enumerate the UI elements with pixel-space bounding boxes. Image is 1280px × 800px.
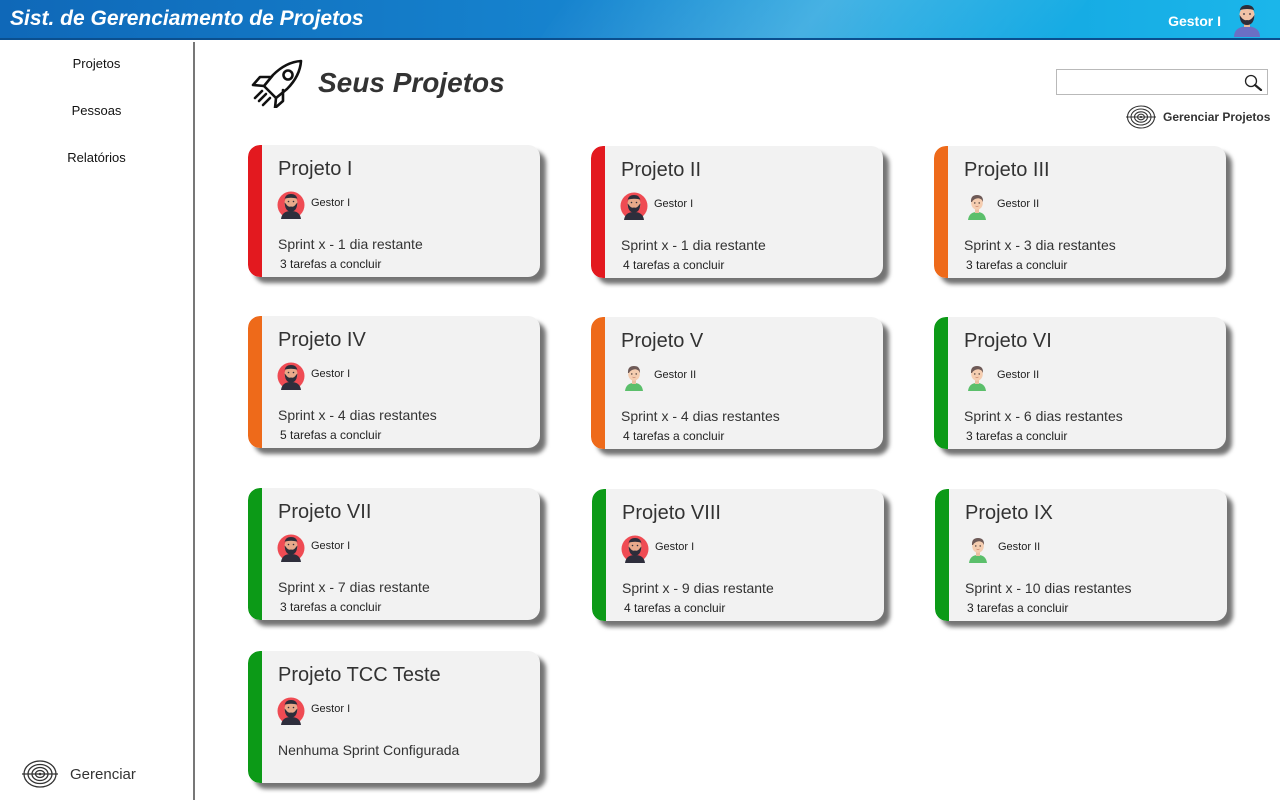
manager-avatar-bearded-icon: [277, 534, 305, 562]
page-heading: Seus Projetos: [250, 58, 505, 108]
sidebar-manage-button[interactable]: Gerenciar: [22, 758, 136, 790]
app-title: Sist. de Gerenciamento de Projetos: [10, 7, 364, 30]
manage-projects-button[interactable]: Gerenciar Projetos: [1126, 104, 1270, 130]
status-bar: [592, 489, 606, 621]
status-bar: [934, 146, 948, 278]
project-card[interactable]: Projeto IV Gestor I Sprint x - 4 dias res…: [248, 316, 540, 448]
tasks-count: 3 tarefas a concluir: [280, 257, 382, 271]
project-title: Projeto III: [964, 159, 1050, 181]
project-title: Projeto VIII: [622, 502, 721, 524]
page-title: Seus Projetos: [318, 67, 505, 98]
sidebar-manage-label: Gerenciar: [70, 765, 136, 783]
tasks-count: 3 tarefas a concluir: [967, 601, 1069, 615]
manager-avatar-young-icon: [964, 535, 992, 563]
project-title: Projeto V: [621, 330, 704, 352]
user-avatar-icon[interactable]: [1230, 3, 1264, 37]
manager-avatar-bearded-icon: [277, 697, 305, 725]
project-card[interactable]: Projeto VIII Gestor I Sprint x - 9 dias r…: [592, 489, 884, 621]
project-title: Projeto IX: [965, 502, 1053, 524]
status-bar: [591, 317, 605, 449]
project-manager: Gestor I: [311, 197, 351, 209]
manage-projects-label: Gerenciar Projetos: [1163, 110, 1271, 124]
project-title: Projeto TCC Teste: [278, 664, 441, 686]
manager-avatar-bearded-icon: [277, 191, 305, 219]
project-card[interactable]: Projeto TCC Teste Gestor I Nenhuma Sprint…: [248, 651, 540, 783]
project-manager: Gestor I: [311, 540, 351, 552]
sprint-status: Sprint x - 9 dias restante: [622, 580, 774, 596]
project-manager: Gestor II: [998, 541, 1041, 553]
status-bar: [248, 316, 262, 448]
app-header: Sist. de Gerenciamento de Projetos Gesto…: [0, 0, 1280, 40]
user-name[interactable]: Gestor I: [1168, 13, 1221, 29]
sprint-status: Sprint x - 4 dias restantes: [278, 407, 437, 423]
search-input[interactable]: [1061, 71, 1245, 95]
sprint-status: Nenhuma Sprint Configurada: [278, 742, 460, 758]
project-title: Projeto VI: [964, 330, 1052, 352]
manager-avatar-bearded-icon: [621, 535, 649, 563]
project-manager: Gestor II: [997, 369, 1040, 381]
tasks-count: 3 tarefas a concluir: [966, 258, 1068, 272]
sidebar-item-pessoas[interactable]: Pessoas: [0, 103, 193, 118]
sprint-status: Sprint x - 3 dia restantes: [964, 237, 1116, 253]
project-title: Projeto II: [621, 159, 702, 181]
project-title: Projeto I: [278, 158, 353, 180]
sprint-status: Sprint x - 4 dias restantes: [621, 408, 780, 424]
target-icon: [22, 760, 58, 788]
target-icon: [1126, 105, 1156, 129]
project-card[interactable]: Projeto V Gestor II Sprint x - 4 dias res…: [591, 317, 883, 449]
status-bar: [248, 651, 262, 783]
project-card[interactable]: Projeto I Gestor I Sprint x - 1 dia resta…: [248, 145, 540, 277]
rocket-icon: [251, 59, 303, 108]
sprint-status: Sprint x - 6 dias restantes: [964, 408, 1123, 424]
tasks-count: 3 tarefas a concluir: [280, 600, 382, 614]
project-card[interactable]: Projeto IX Gestor II Sprint x - 10 dias r…: [935, 489, 1227, 621]
manager-avatar-young-icon: [963, 363, 991, 391]
manager-avatar-young-icon: [620, 363, 648, 391]
project-card[interactable]: Projeto VII Gestor I Sprint x - 7 dias re…: [248, 488, 540, 620]
status-bar: [248, 145, 262, 277]
tasks-count: 3 tarefas a concluir: [966, 429, 1068, 443]
project-manager: Gestor I: [655, 541, 695, 553]
tasks-count: 5 tarefas a concluir: [280, 428, 382, 442]
tasks-count: 4 tarefas a concluir: [623, 258, 725, 272]
project-manager: Gestor II: [997, 198, 1040, 210]
manager-avatar-bearded-icon: [620, 192, 648, 220]
project-card[interactable]: Projeto II Gestor I Sprint x - 1 dia rest…: [591, 146, 883, 278]
project-card[interactable]: Projeto III Gestor II Sprint x - 3 dia re…: [934, 146, 1226, 278]
sprint-status: Sprint x - 1 dia restante: [278, 236, 423, 252]
sidebar: Projetos Pessoas Relatórios Gerenciar: [0, 42, 195, 800]
manager-avatar-young-icon: [963, 192, 991, 220]
sprint-status: Sprint x - 7 dias restante: [278, 579, 430, 595]
status-bar: [591, 146, 605, 278]
project-title: Projeto VII: [278, 501, 372, 523]
sidebar-item-relatorios[interactable]: Relatórios: [0, 150, 193, 165]
sidebar-item-projetos[interactable]: Projetos: [0, 56, 193, 71]
sprint-status: Sprint x - 10 dias restantes: [965, 580, 1132, 596]
status-bar: [248, 488, 262, 620]
manager-avatar-bearded-icon: [277, 362, 305, 390]
project-manager: Gestor II: [654, 369, 697, 381]
project-manager: Gestor I: [311, 703, 351, 715]
project-card[interactable]: Projeto VI Gestor II Sprint x - 6 dias re…: [934, 317, 1226, 449]
status-bar: [934, 317, 948, 449]
project-title: Projeto IV: [278, 329, 366, 351]
sprint-status: Sprint x - 1 dia restante: [621, 237, 766, 253]
project-manager: Gestor I: [311, 368, 351, 380]
status-bar: [935, 489, 949, 621]
project-manager: Gestor I: [654, 198, 694, 210]
tasks-count: 4 tarefas a concluir: [623, 429, 725, 443]
tasks-count: 4 tarefas a concluir: [624, 601, 726, 615]
search-box[interactable]: [1056, 69, 1268, 95]
search-icon[interactable]: [1243, 74, 1263, 91]
